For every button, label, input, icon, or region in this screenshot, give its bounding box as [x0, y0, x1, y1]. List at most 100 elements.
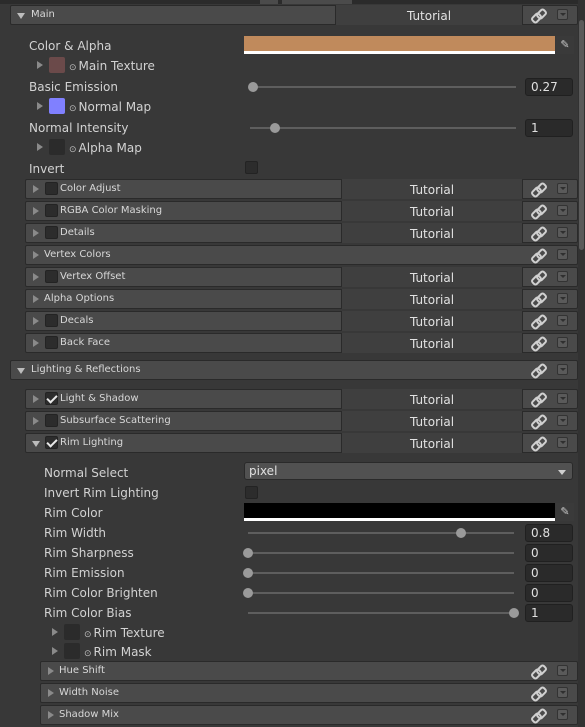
rim-texture-slot[interactable] [64, 624, 80, 640]
menu-dropdown-icon[interactable] [557, 271, 568, 282]
expand-arrow-icon[interactable] [33, 185, 39, 193]
tutorial-button[interactable]: Tutorial [341, 179, 523, 199]
eyedropper-icon[interactable]: ✎ [556, 36, 574, 54]
color-alpha-swatch[interactable] [244, 36, 555, 54]
section-enable-checkbox[interactable] [45, 270, 58, 283]
normal-intensity-field[interactable]: 1 [525, 119, 573, 137]
normal-intensity-slider[interactable] [250, 127, 516, 129]
expand-arrow-icon[interactable] [37, 102, 43, 110]
rim-width-slider[interactable] [248, 532, 514, 534]
expand-arrow-icon[interactable] [33, 317, 39, 325]
expand-arrow-icon[interactable] [33, 417, 39, 425]
menu-dropdown-icon[interactable] [557, 393, 568, 404]
tutorial-button[interactable]: Tutorial [341, 389, 523, 409]
expand-arrow-icon[interactable] [52, 647, 58, 655]
expand-arrow-icon[interactable] [52, 628, 58, 636]
scrollbar-thumb[interactable] [579, 20, 584, 250]
link-icon[interactable] [531, 414, 545, 428]
menu-dropdown-icon[interactable] [557, 364, 568, 375]
eyedropper-icon[interactable]: ✎ [556, 503, 574, 521]
menu-dropdown-icon[interactable] [557, 437, 568, 448]
rim-color-swatch[interactable] [244, 503, 555, 521]
normal-select-dropdown[interactable]: pixel [244, 462, 573, 480]
normal-map-thumbnail[interactable] [49, 98, 65, 114]
tutorial-button[interactable]: Tutorial [341, 333, 523, 353]
expand-arrow-icon[interactable] [33, 207, 39, 215]
normal-intensity-knob[interactable] [270, 123, 280, 133]
link-icon[interactable] [531, 226, 545, 240]
expand-arrow-icon[interactable] [37, 61, 43, 69]
main-texture-thumbnail[interactable] [49, 57, 65, 73]
rim-brighten-field[interactable]: 0 [525, 584, 573, 602]
menu-dropdown-icon[interactable] [557, 337, 568, 348]
menu-dropdown-icon[interactable] [557, 687, 568, 698]
rim-brighten-knob[interactable] [243, 588, 253, 598]
link-icon[interactable] [531, 686, 545, 700]
section-enable-checkbox[interactable] [45, 336, 58, 349]
link-icon[interactable] [531, 336, 545, 350]
expand-arrow-icon[interactable] [48, 711, 54, 719]
link-icon[interactable] [531, 708, 545, 722]
link-icon[interactable] [531, 363, 545, 377]
lighting-section-header[interactable]: Lighting & Reflections [10, 360, 578, 380]
rim-bias-slider[interactable] [248, 612, 514, 614]
link-icon[interactable] [531, 270, 545, 284]
rim-sharpness-field[interactable]: 0 [525, 544, 573, 562]
rim-emission-slider[interactable] [248, 572, 514, 574]
section-header-vertex-colors[interactable]: Vertex Colors [25, 245, 578, 265]
section-header-width-noise[interactable]: Width Noise [40, 683, 578, 703]
invert-checkbox[interactable] [245, 161, 258, 174]
menu-dropdown-icon[interactable] [557, 249, 568, 260]
rim-width-field[interactable]: 0.8 [525, 524, 573, 542]
rim-bias-field[interactable]: 1 [525, 604, 573, 622]
expand-arrow-icon[interactable] [33, 229, 39, 237]
section-enable-checkbox[interactable] [45, 414, 58, 427]
rim-emission-knob[interactable] [243, 568, 253, 578]
main-tutorial-button[interactable]: Tutorial [335, 5, 523, 25]
rim-sharpness-knob[interactable] [243, 548, 253, 558]
menu-dropdown-icon[interactable] [557, 183, 568, 194]
section-enable-checkbox[interactable] [45, 436, 58, 449]
tutorial-button[interactable]: Tutorial [341, 223, 523, 243]
link-icon[interactable] [531, 8, 545, 22]
tutorial-button[interactable]: Tutorial [341, 311, 523, 331]
menu-dropdown-icon[interactable] [557, 9, 568, 20]
menu-dropdown-icon[interactable] [557, 665, 568, 676]
alpha-map-slot[interactable] [49, 139, 65, 155]
section-enable-checkbox[interactable] [45, 314, 58, 327]
expand-arrow-icon[interactable] [33, 273, 39, 281]
section-header-hue-shift[interactable]: Hue Shift [40, 661, 578, 681]
expand-arrow-icon[interactable] [37, 143, 43, 151]
tutorial-button[interactable]: Tutorial [341, 289, 523, 309]
link-icon[interactable] [531, 392, 545, 406]
menu-dropdown-icon[interactable] [557, 227, 568, 238]
expand-arrow-icon[interactable] [33, 295, 39, 303]
rim-emission-field[interactable]: 0 [525, 564, 573, 582]
tutorial-button[interactable]: Tutorial [341, 267, 523, 287]
section-enable-checkbox[interactable] [45, 226, 58, 239]
tutorial-button[interactable]: Tutorial [341, 433, 523, 453]
menu-dropdown-icon[interactable] [557, 415, 568, 426]
rim-sharpness-slider[interactable] [248, 552, 514, 554]
section-header-shadow-mix[interactable]: Shadow Mix [40, 705, 578, 725]
link-icon[interactable] [531, 204, 545, 218]
section-enable-checkbox[interactable] [45, 182, 58, 195]
basic-emission-knob[interactable] [248, 82, 258, 92]
expand-arrow-icon[interactable] [48, 689, 54, 697]
section-enable-checkbox[interactable] [45, 204, 58, 217]
tutorial-button[interactable]: Tutorial [341, 411, 523, 431]
expand-arrow-icon[interactable] [48, 667, 54, 675]
basic-emission-slider[interactable] [250, 86, 516, 88]
expand-arrow-icon[interactable] [33, 251, 39, 259]
link-icon[interactable] [531, 292, 545, 306]
menu-dropdown-icon[interactable] [557, 205, 568, 216]
link-icon[interactable] [531, 436, 545, 450]
rim-width-knob[interactable] [455, 528, 466, 538]
expand-arrow-icon[interactable] [17, 13, 25, 19]
expand-arrow-icon[interactable] [17, 368, 25, 374]
basic-emission-field[interactable]: 0.27 [525, 78, 573, 96]
rim-brighten-slider[interactable] [248, 592, 514, 594]
expand-arrow-icon[interactable] [33, 395, 39, 403]
tutorial-button[interactable]: Tutorial [341, 201, 523, 221]
link-icon[interactable] [531, 182, 545, 196]
